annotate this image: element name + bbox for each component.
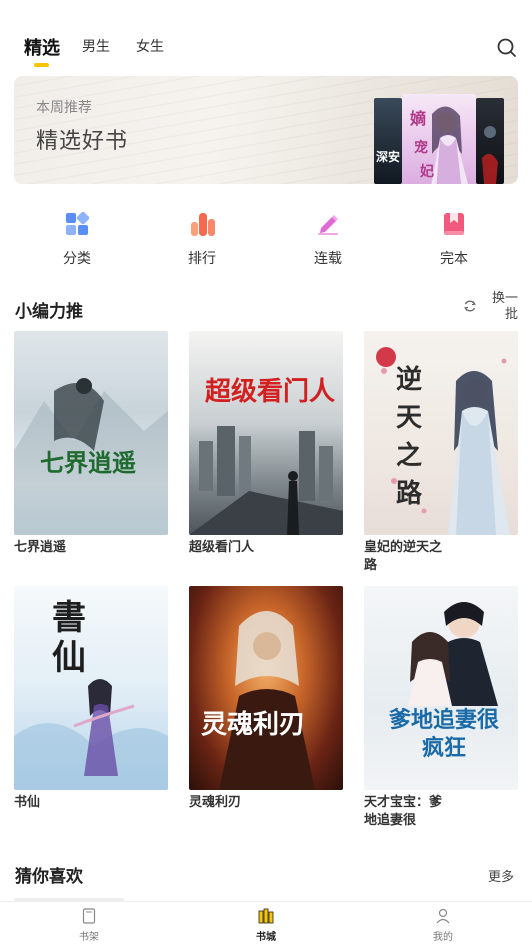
- refresh-icon[interactable]: [463, 298, 477, 312]
- book-title: 皇妃的逆天之路: [364, 540, 443, 573]
- category-button[interactable]: 分类: [37, 211, 117, 268]
- pencil-icon: [316, 212, 340, 236]
- weekly-recommend-banner[interactable]: 本周推荐 精选好书 深安 嫡 宠 妃: [14, 76, 518, 184]
- serial-label: 连载: [314, 251, 342, 267]
- banner-book-cover[interactable]: 深安: [374, 98, 402, 184]
- bookmark-book-icon: [442, 212, 466, 236]
- book-cover: 書仙: [14, 586, 168, 790]
- tab-featured[interactable]: 精选: [24, 34, 60, 60]
- banner-book-cover[interactable]: [476, 98, 504, 184]
- nav-label: 书城: [256, 932, 276, 943]
- banner-cover-text: 深安: [376, 150, 401, 164]
- completed-button[interactable]: 完本: [414, 212, 494, 268]
- book-cover-text: 書仙: [52, 598, 86, 678]
- book-card[interactable]: 超级看门人 超级看门人: [189, 331, 343, 557]
- book-card[interactable]: 爹地追妻很疯狂 天才宝宝：爹地追妻很: [364, 586, 518, 830]
- banner-subtitle: 本周推荐: [36, 100, 92, 116]
- banner-title: 精选好书: [36, 129, 129, 154]
- completed-label: 完本: [440, 251, 468, 267]
- book-cover: 灵魂利刃: [189, 586, 343, 790]
- ranking-label: 排行: [188, 251, 216, 267]
- guess-you-like-title: 猜你喜欢: [15, 867, 83, 887]
- book-title: 天才宝宝：爹地追妻很: [364, 795, 443, 828]
- bookstore-icon: [258, 908, 274, 924]
- svg-text:宠: 宠: [414, 139, 428, 156]
- book-cover: 爹地追妻很疯狂: [364, 586, 518, 790]
- book-cover-text: 超级看门人: [205, 377, 336, 407]
- book-cover-text: 七界逍遥: [40, 448, 136, 477]
- book-card[interactable]: 書仙 书仙: [14, 586, 168, 812]
- svg-text:嫡: 嫡: [410, 109, 426, 128]
- serial-button[interactable]: 连载: [288, 212, 368, 268]
- ranking-bars-icon: [190, 212, 215, 236]
- book-cover-text: 逆天之路: [396, 365, 423, 509]
- bottom-nav-bar: 书架 书城 我的: [0, 901, 532, 944]
- category-label: 分类: [63, 251, 91, 267]
- nav-bookshelf[interactable]: 书架: [59, 908, 119, 943]
- book-title: 书仙: [14, 795, 41, 810]
- book-card[interactable]: 逆天之路 皇妃的逆天之路: [364, 331, 518, 575]
- svg-text:妃: 妃: [420, 163, 434, 180]
- book-card[interactable]: 七界逍遥 七界逍遥: [14, 331, 168, 557]
- book-cover: 超级看门人: [189, 331, 343, 535]
- category-grid-icon: [65, 211, 90, 236]
- book-card[interactable]: 灵魂利刃 灵魂利刃: [189, 586, 343, 812]
- tab-female[interactable]: 女生: [136, 36, 164, 56]
- tab-active-indicator: [34, 63, 49, 67]
- refresh-button[interactable]: 换一批: [488, 291, 518, 323]
- book-title: 灵魂利刃: [189, 795, 242, 810]
- book-title: 七界逍遥: [14, 540, 67, 555]
- book-cover: 七界逍遥: [14, 331, 168, 535]
- banner-book-cover[interactable]: 嫡 宠 妃: [402, 94, 476, 184]
- nav-label: 我的: [433, 932, 453, 943]
- book-cover-text: 灵魂利刃: [201, 710, 306, 740]
- book-cover: 逆天之路: [364, 331, 518, 535]
- more-button[interactable]: 更多: [488, 866, 514, 885]
- nav-label: 书架: [79, 932, 99, 943]
- tab-male[interactable]: 男生: [82, 36, 110, 56]
- book-cover-text: 爹地追妻很疯狂: [388, 707, 499, 761]
- bookshelf-icon: [81, 908, 97, 924]
- top-tab-bar: 精选 男生 女生: [0, 0, 532, 70]
- editor-picks-title: 小编力推: [15, 302, 83, 322]
- search-icon[interactable]: [496, 37, 518, 59]
- nav-bookstore[interactable]: 书城: [236, 908, 296, 943]
- book-title: 超级看门人: [189, 540, 255, 555]
- nav-profile[interactable]: 我的: [413, 908, 473, 943]
- ranking-button[interactable]: 排行: [162, 212, 242, 268]
- user-icon: [435, 908, 451, 924]
